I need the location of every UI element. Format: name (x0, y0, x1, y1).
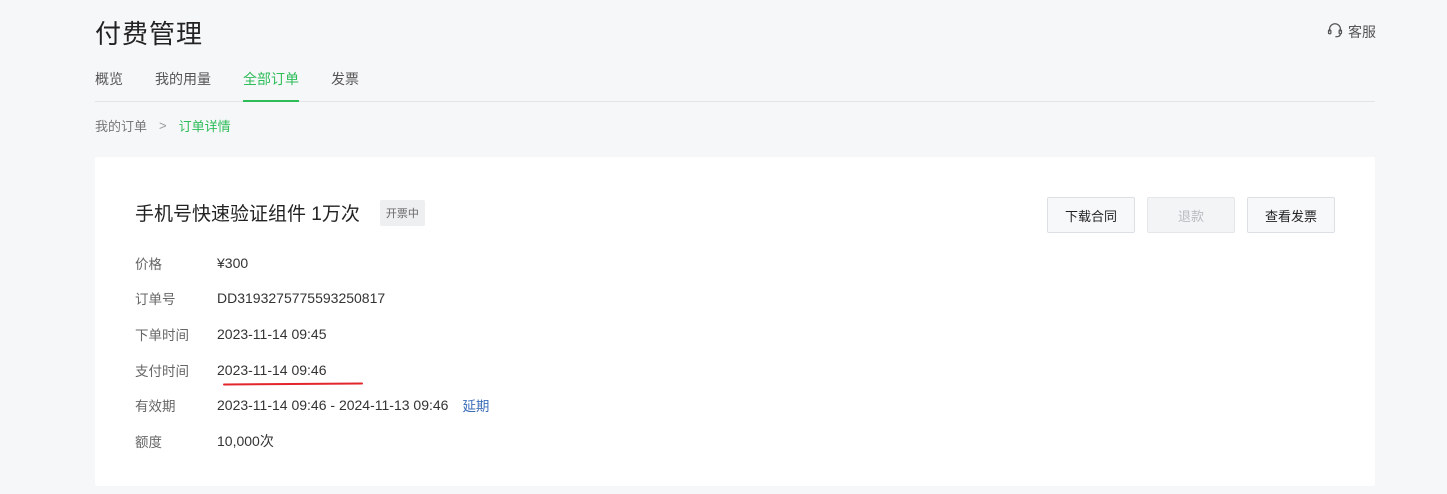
validity-label: 有效期 (135, 399, 176, 415)
page-title: 付费管理 (95, 19, 204, 49)
tab-invoices[interactable]: 发票 (331, 62, 359, 101)
product-header: 手机号快速验证组件 1万次 开票中 (135, 199, 425, 226)
quota-value: 10,000次 (217, 432, 274, 449)
pay-time-value: 2023-11-14 09:46 (217, 361, 327, 378)
field-price: 价格 ¥300 (135, 245, 489, 281)
view-invoice-button[interactable]: 查看发票 (1247, 197, 1335, 233)
field-pay-time: 支付时间 2023-11-14 09:46 (135, 352, 489, 388)
headset-icon (1326, 21, 1344, 42)
field-order-number: 订单号 DD3193275775593250817 (135, 281, 489, 317)
order-actions: 下载合同 退款 查看发票 (1047, 197, 1335, 233)
validity-value: 2023-11-14 09:46 - 2024-11-13 09:46 (217, 397, 449, 414)
chevron-right-icon: > (159, 118, 167, 133)
breadcrumb: 我的订单 > 订单详情 (95, 116, 231, 135)
billing-page: 付费管理 客服 概览 我的用量 全部订单 发票 我的订单 > 订单详情 手机号快… (0, 0, 1447, 494)
order-detail-card: 手机号快速验证组件 1万次 开票中 下载合同 退款 查看发票 价格 ¥300 订… (95, 157, 1375, 486)
field-quota: 额度 10,000次 (135, 423, 489, 459)
field-order-time: 下单时间 2023-11-14 09:45 (135, 316, 489, 352)
tab-my-usage[interactable]: 我的用量 (155, 62, 211, 101)
tab-all-orders[interactable]: 全部订单 (243, 62, 299, 102)
pay-time-label: 支付时间 (135, 363, 189, 379)
customer-service-label: 客服 (1348, 23, 1376, 40)
product-name: 手机号快速验证组件 1万次 (135, 204, 360, 225)
order-time-value: 2023-11-14 09:45 (217, 325, 327, 342)
download-contract-button[interactable]: 下载合同 (1047, 197, 1135, 233)
price-label: 价格 (135, 256, 162, 272)
tab-overview[interactable]: 概览 (95, 62, 123, 101)
order-time-label: 下单时间 (135, 327, 189, 343)
field-validity: 有效期 2023-11-14 09:46 - 2024-11-13 09:46 … (135, 387, 489, 423)
extend-link[interactable]: 延期 (462, 395, 489, 415)
price-value: ¥300 (217, 254, 249, 271)
refund-button: 退款 (1147, 197, 1235, 233)
order-number-value: DD3193275775593250817 (217, 290, 386, 307)
breadcrumb-my-orders[interactable]: 我的订单 (95, 116, 147, 135)
order-fields: 价格 ¥300 订单号 DD3193275775593250817 下单时间 2… (135, 245, 489, 459)
tab-bar: 概览 我的用量 全部订单 发票 (95, 62, 1375, 102)
breadcrumb-current: 订单详情 (178, 119, 231, 134)
customer-service-button[interactable]: 客服 (1326, 21, 1376, 42)
quota-label: 额度 (135, 434, 162, 450)
status-badge: 开票中 (379, 199, 425, 226)
order-number-label: 订单号 (135, 292, 176, 308)
